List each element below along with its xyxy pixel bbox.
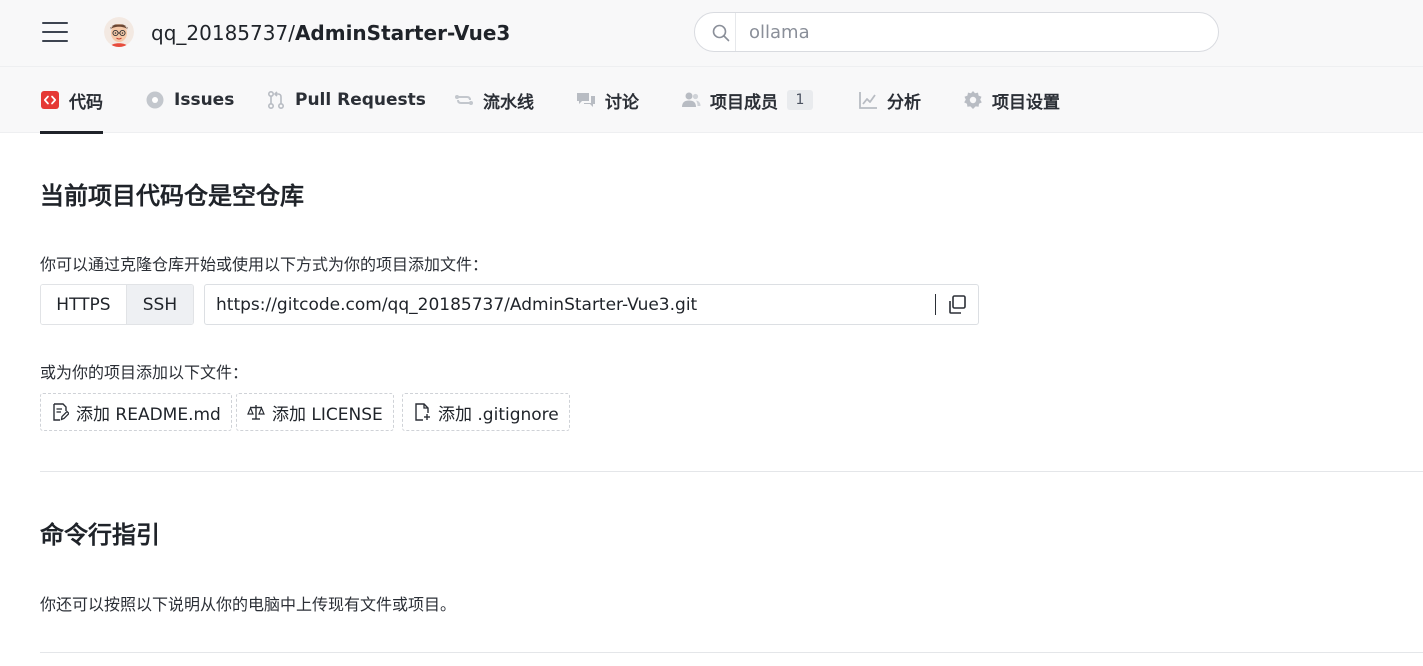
tab-label: 讨论 — [605, 92, 639, 113]
members-icon — [682, 92, 701, 107]
tab-code[interactable]: 代码 — [40, 67, 103, 134]
repo-name[interactable]: AdminStarter-Vue3 — [295, 21, 510, 45]
tab-label: 项目设置 — [992, 92, 1060, 113]
file-add-icon — [415, 403, 430, 421]
add-readme-label: 添加 README.md — [76, 404, 221, 425]
pull-request-icon — [267, 90, 285, 110]
tab-label: 项目成员 — [710, 92, 778, 113]
ssh-option[interactable]: SSH — [126, 285, 193, 324]
https-option[interactable]: HTTPS — [41, 285, 127, 324]
tab-members[interactable]: 项目成员 1 — [681, 67, 813, 133]
tab-pull-requests[interactable]: Pull Requests — [266, 67, 426, 133]
issue-icon — [146, 91, 164, 109]
add-gitignore-button[interactable]: 添加 .gitignore — [402, 393, 570, 431]
member-count-badge: 1 — [787, 90, 813, 110]
tab-label: 分析 — [887, 92, 921, 113]
tab-discussion[interactable]: 讨论 — [576, 67, 639, 133]
clone-url-input[interactable] — [216, 285, 926, 324]
search-divider — [735, 13, 736, 51]
section-divider — [40, 471, 1423, 472]
tab-issues[interactable]: Issues — [145, 67, 234, 133]
add-gitignore-label: 添加 .gitignore — [438, 404, 559, 425]
tab-label: Pull Requests — [295, 90, 426, 110]
settings-icon — [964, 91, 982, 109]
repo-tab-bar: 代码 Issues Pull Requests 流水线 讨论 项目成员 1 分析… — [0, 66, 1423, 134]
top-header: qq_20185737/AdminStarter-Vue3 — [0, 0, 1423, 66]
tab-label: Issues — [174, 90, 235, 110]
empty-repo-title: 当前项目代码仓是空仓库 — [40, 182, 304, 210]
tab-label: 流水线 — [483, 92, 534, 113]
license-scale-icon — [247, 405, 265, 420]
repo-owner[interactable]: qq_20185737/ — [151, 21, 295, 45]
search-box[interactable] — [694, 12, 1219, 52]
protocol-toggle[interactable]: HTTPS SSH — [40, 284, 194, 325]
tab-pipeline[interactable]: 流水线 — [454, 67, 534, 133]
add-license-label: 添加 LICENSE — [272, 404, 383, 425]
cli-guide-description: 你还可以按照以下说明从你的电脑中上传现有文件或项目。 — [40, 595, 457, 614]
code-icon — [41, 91, 59, 109]
tab-settings[interactable]: 项目设置 — [963, 67, 1060, 133]
avatar[interactable] — [104, 17, 134, 47]
tab-label: 代码 — [69, 92, 103, 113]
readme-edit-icon — [53, 403, 69, 421]
analytics-icon — [859, 92, 877, 109]
menu-icon[interactable] — [42, 20, 68, 44]
add-readme-button[interactable]: 添加 README.md — [40, 393, 232, 431]
search-input[interactable] — [749, 13, 1199, 51]
add-files-hint: 或为你的项目添加以下文件： — [40, 363, 249, 382]
pipeline-icon — [455, 95, 473, 105]
clone-divider — [935, 294, 936, 315]
cli-guide-title: 命令行指引 — [40, 521, 160, 549]
section-divider-bottom — [40, 652, 1423, 653]
tab-analytics[interactable]: 分析 — [858, 67, 921, 133]
clone-hint: 你可以通过克隆仓库开始或使用以下方式为你的项目添加文件： — [40, 255, 489, 274]
repo-breadcrumb[interactable]: qq_20185737/AdminStarter-Vue3 — [151, 18, 510, 48]
search-icon — [712, 24, 730, 42]
copy-icon[interactable] — [946, 294, 968, 316]
clone-url-box — [204, 284, 979, 325]
add-license-button[interactable]: 添加 LICENSE — [236, 393, 394, 431]
discussion-icon — [577, 93, 595, 107]
